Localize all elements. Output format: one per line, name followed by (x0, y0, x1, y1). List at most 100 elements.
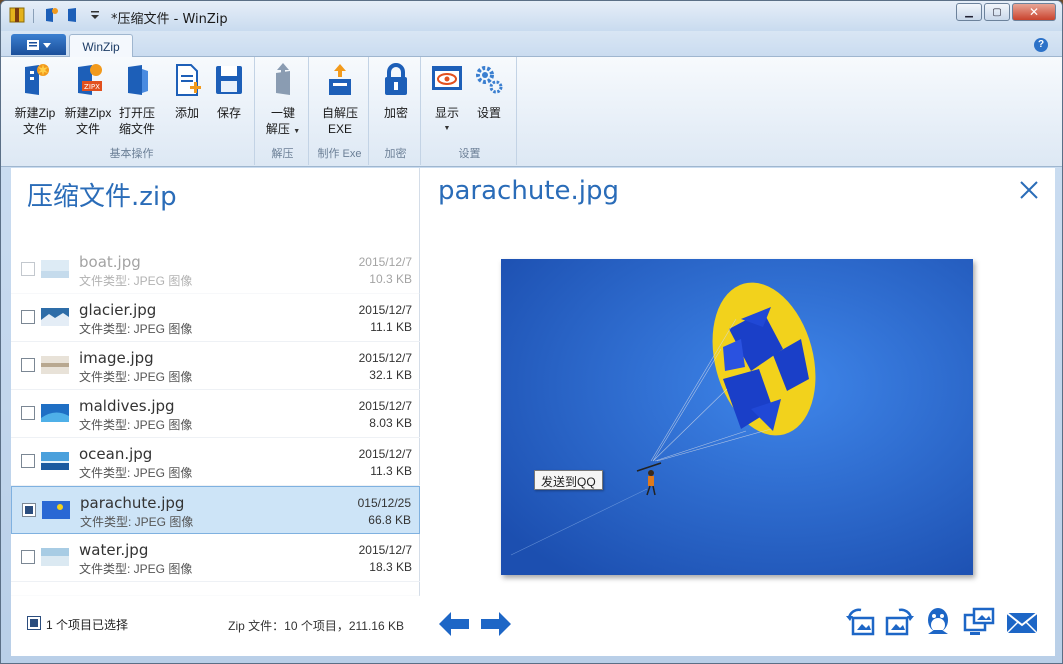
quick-open-icon[interactable] (65, 7, 81, 23)
new-zip-button[interactable]: 新建Zip 文件 (11, 63, 59, 137)
one-click-unzip-button[interactable]: 一键 解压 ▼ (259, 63, 307, 140)
eye-view-icon (432, 66, 462, 90)
divider (33, 9, 34, 23)
help-icon[interactable]: ? (1034, 38, 1048, 52)
new-zipx-label-2: 文件 (75, 122, 100, 136)
file-date: 2015/12/7 (358, 255, 412, 269)
app-menu-icon (26, 39, 51, 50)
file-checkbox[interactable] (21, 550, 35, 564)
send-to-screen-icon[interactable] (963, 606, 995, 638)
selection-status: 1 个项目已选择 (46, 618, 129, 632)
winzip-window: *压缩文件 - WinZip ▁ ▢ ✕ WinZip ? 新建Zip 文件 Z… (0, 0, 1063, 664)
file-thumbnail (41, 404, 69, 422)
file-type: 文件类型: JPEG 图像 (79, 418, 193, 432)
ribbon-group-settings: 显示 ▼ 设置 设置 (423, 57, 517, 165)
gear-icon (476, 66, 503, 94)
close-window-button[interactable]: ✕ (1012, 3, 1056, 21)
tab-winzip[interactable]: WinZip (69, 34, 133, 58)
file-row-water[interactable]: water.jpg 文件类型: JPEG 图像 2015/12/7 18.3 K… (11, 534, 420, 582)
file-thumbnail (42, 501, 70, 519)
new-zipx-button[interactable]: ZIPX 新建Zipx 文件 (64, 63, 112, 137)
archive-status-bar: 1 个项目已选择 Zip 文件：10 个项目，211.16 KB (11, 596, 420, 656)
add-label: 添加 (174, 106, 199, 120)
unzip-label-2: 解压 ▼ (265, 122, 301, 136)
quick-access-dropdown-icon[interactable] (87, 7, 103, 23)
file-checkbox[interactable] (21, 454, 35, 468)
file-row-image[interactable]: image.jpg 文件类型: JPEG 图像 2015/12/7 32.1 K… (11, 342, 420, 390)
file-thumbnail (41, 452, 69, 470)
file-type: 文件类型: JPEG 图像 (79, 562, 193, 576)
add-file-icon (176, 64, 201, 96)
file-name: ocean.jpg (79, 445, 153, 463)
save-disk-icon (216, 66, 242, 94)
settings-button[interactable]: 设置 (465, 63, 513, 121)
new-zipx-icon: ZIPX (78, 64, 102, 95)
file-name: glacier.jpg (79, 301, 157, 319)
previous-arrow-icon[interactable] (437, 610, 471, 638)
save-button[interactable]: 保存 (205, 63, 253, 121)
save-label: 保存 (216, 106, 241, 120)
view-button[interactable]: 显示 ▼ (423, 63, 471, 137)
file-checkbox[interactable] (21, 358, 35, 372)
selection-indicator[interactable] (27, 616, 41, 630)
preview-title: parachute.jpg (438, 176, 619, 206)
file-row-parachute[interactable]: parachute.jpg 文件类型: JPEG 图像 015/12/25 66… (11, 486, 420, 534)
close-preview-icon[interactable] (1017, 178, 1041, 202)
file-checkbox[interactable] (22, 503, 36, 517)
encrypt-button[interactable]: 加密 (372, 63, 420, 121)
maximize-button[interactable]: ▢ (984, 3, 1010, 21)
file-size: 66.8 KB (368, 513, 411, 527)
ribbon-group-extract: 一键 解压 ▼ 解压 (257, 57, 309, 165)
rotate-left-icon[interactable] (845, 606, 877, 638)
file-size: 10.3 KB (369, 272, 412, 286)
new-zip-icon (25, 64, 49, 95)
file-thumbnail (41, 308, 69, 326)
file-size: 11.1 KB (370, 320, 412, 334)
app-menu-button[interactable] (11, 34, 66, 55)
lock-icon (385, 63, 407, 95)
file-row-maldives[interactable]: maldives.jpg 文件类型: JPEG 图像 2015/12/7 8.0… (11, 390, 420, 438)
self-extract-exe-button[interactable]: 自解压 EXE (316, 63, 364, 137)
preview-pane: parachute.jpg (420, 168, 1055, 656)
new-zipx-label-1: 新建Zipx (64, 106, 112, 120)
open-archive-label-1: 打开压 (118, 106, 155, 120)
unzip-label-1: 一键 (270, 106, 295, 120)
add-button[interactable]: 添加 (163, 63, 211, 121)
file-row-glacier[interactable]: glacier.jpg 文件类型: JPEG 图像 2015/12/7 11.1… (11, 294, 420, 342)
file-row-ocean[interactable]: ocean.jpg 文件类型: JPEG 图像 2015/12/7 11.3 K… (11, 438, 420, 486)
file-row-boat[interactable]: boat.jpg 文件类型: JPEG 图像 2015/12/7 10.3 KB (11, 246, 420, 294)
view-label: 显示 (434, 106, 459, 120)
group-label-encrypt: 加密 (384, 148, 407, 160)
file-size: 18.3 KB (369, 560, 412, 574)
send-to-qq-tooltip: 发送到QQ (534, 470, 603, 490)
ribbon-group-encrypt: 加密 加密 (371, 57, 421, 165)
file-name: parachute.jpg (80, 494, 185, 512)
file-name: boat.jpg (79, 253, 141, 271)
rotate-right-icon[interactable] (883, 606, 915, 638)
new-zip-label-1: 新建Zip (14, 106, 56, 120)
ribbon-group-exe: 自解压 EXE 制作 Exe (311, 57, 369, 165)
file-type: 文件类型: JPEG 图像 (80, 515, 194, 529)
group-label-settings: 设置 (458, 148, 481, 160)
quick-new-icon[interactable] (43, 7, 59, 23)
file-type: 文件类型: JPEG 图像 (79, 466, 193, 480)
zipx-badge: ZIPX (84, 83, 100, 91)
winzip-logo-icon[interactable] (9, 7, 25, 23)
group-label-exe: 制作 Exe (317, 148, 362, 160)
file-type: 文件类型: JPEG 图像 (79, 370, 193, 384)
ribbon-group-basic: 新建Zip 文件 ZIPX 新建Zipx 文件 打开压 缩文件 添加 保存 基本… (9, 57, 255, 165)
qq-penguin-icon[interactable] (922, 606, 954, 638)
open-archive-button[interactable]: 打开压 缩文件 (113, 63, 161, 137)
file-checkbox[interactable] (21, 262, 35, 276)
file-date: 2015/12/7 (358, 447, 412, 461)
file-checkbox[interactable] (21, 310, 35, 324)
next-arrow-icon[interactable] (479, 610, 513, 638)
email-envelope-icon[interactable] (1006, 606, 1038, 638)
view-dropdown-icon: ▼ (443, 125, 451, 132)
minimize-button[interactable]: ▁ (956, 3, 982, 21)
preview-toolbar (420, 596, 1055, 656)
file-checkbox[interactable] (21, 406, 35, 420)
file-row-partial (11, 582, 420, 596)
new-zip-label-2: 文件 (22, 122, 47, 136)
file-name: water.jpg (79, 541, 149, 559)
